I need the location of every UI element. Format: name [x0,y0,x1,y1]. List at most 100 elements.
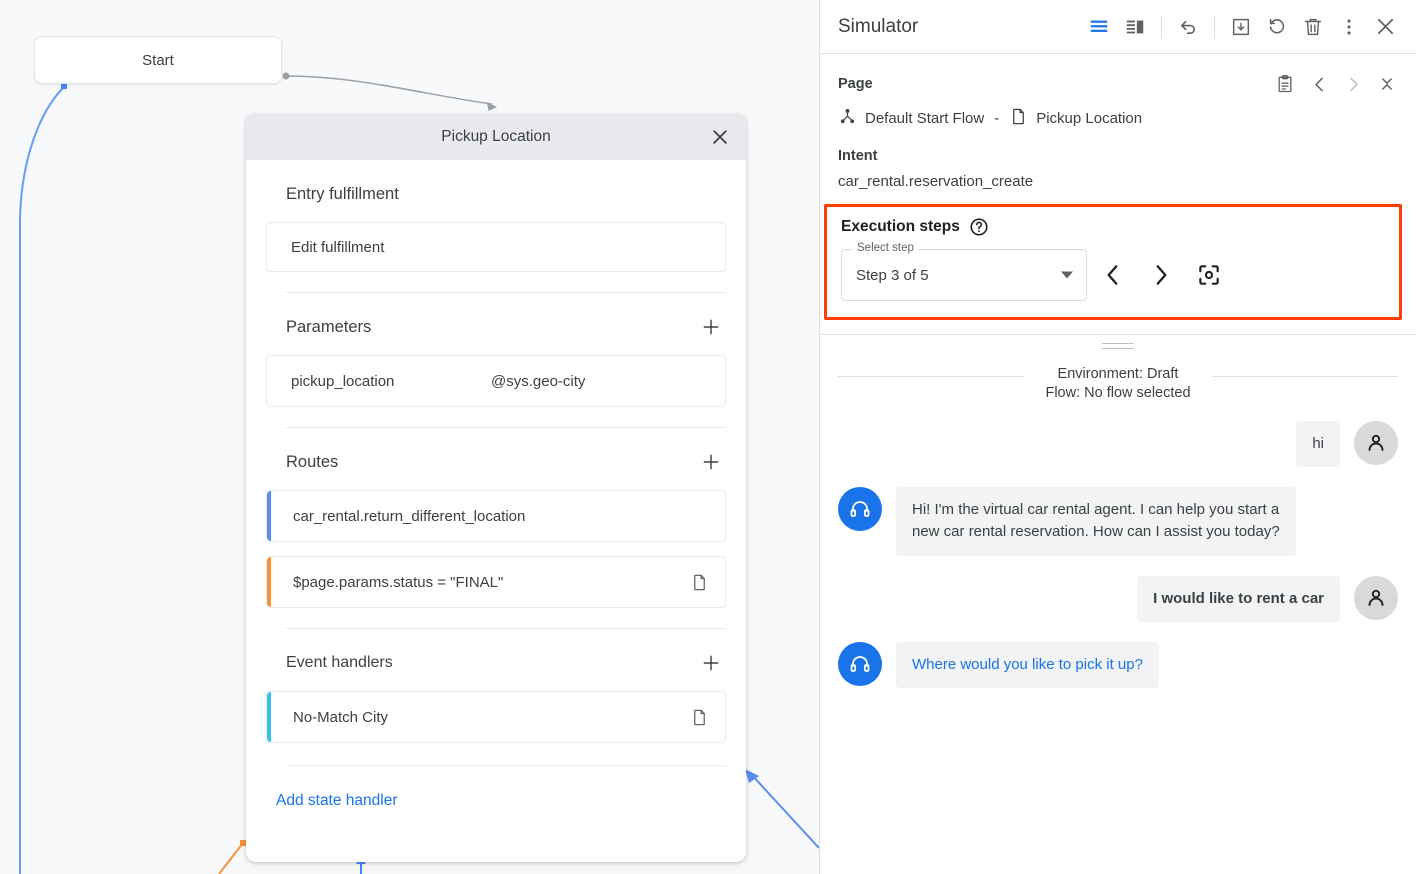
divider [838,376,1024,377]
add-parameter-button[interactable] [696,312,726,342]
flow-canvas[interactable]: Start Pickup Location Entry fulfillment [0,0,819,874]
message-bubble: I would like to rent a car [1137,576,1340,622]
section-title: Routes [286,453,338,472]
page-panel: Pickup Location Entry fulfillment Edit f… [246,114,746,862]
conversation-area: Environment: Draft Flow: No flow selecte… [820,335,1416,874]
intent-value: car_rental.reservation_create [838,173,1402,190]
execution-steps-header: Execution steps [841,217,1385,237]
next-step-button[interactable] [1139,253,1183,297]
event-handler-row[interactable]: No-Match City [266,691,726,743]
page-label: Page [838,76,873,92]
section-title: Parameters [286,318,371,337]
select-step-label: Select step [853,242,918,254]
page-panel-body: Entry fulfillment Edit fulfillment Param… [246,160,746,810]
execution-steps-title: Execution steps [841,218,960,236]
headset-icon [838,487,882,531]
drag-handle[interactable] [1102,343,1134,350]
select-step-dropdown[interactable]: Select step Step 3 of 5 [841,249,1087,301]
simulator-toolbar-icons [1082,10,1402,44]
section-header: Event handlers [266,649,726,677]
page-panel-title: Pickup Location [441,128,550,146]
undo-icon[interactable] [1171,10,1205,44]
parameter-row[interactable]: pickup_location @sys.geo-city [266,355,726,407]
more-vert-icon[interactable] [1332,10,1366,44]
event-handler-label: No-Match City [293,709,690,726]
chevron-right-icon[interactable] [1338,69,1368,99]
add-state-handler-link[interactable]: Add state handler [276,792,726,810]
page-controls [1270,69,1402,99]
add-event-handler-button[interactable] [696,648,726,678]
page-row: Page [838,70,1402,98]
execution-steps-controls: Select step Step 3 of 5 [841,249,1385,301]
simulator-panel: Simulator [819,0,1416,874]
section-event-handlers: Event handlers No-Match City [266,629,726,743]
message-bubble: Hi! I'm the virtual car rental agent. I … [896,487,1296,555]
event-handler-color-stripe [267,692,271,742]
app-root: Start Pickup Location Entry fulfillment [0,0,1416,874]
parameter-entity: @sys.geo-city [491,373,709,390]
page-icon [1009,107,1028,130]
breadcrumb-separator: - [994,110,999,127]
previous-step-button[interactable] [1091,253,1135,297]
restart-icon[interactable] [1260,10,1294,44]
page-icon[interactable] [690,573,709,592]
delete-icon[interactable] [1296,10,1330,44]
divider [1212,376,1398,377]
section-entry-fulfillment: Entry fulfillment Edit fulfillment [266,160,726,272]
simulator-toolbar: Simulator [820,0,1416,54]
person-icon [1354,421,1398,465]
breadcrumb: Default Start Flow - Pickup Location [838,107,1402,130]
page-panel-header: Pickup Location [246,114,746,160]
add-route-button[interactable] [696,447,726,477]
intent-label: Intent [838,148,1402,164]
page-icon[interactable] [690,708,709,727]
panel-splitter [820,334,1416,335]
close-icon[interactable] [1368,10,1402,44]
list-view-icon[interactable] [1082,10,1116,44]
section-title: Event handlers [286,654,393,672]
section-title: Entry fulfillment [286,185,399,204]
entry-fulfillment-label: Edit fulfillment [291,239,709,256]
headset-icon [838,642,882,686]
clipboard-icon[interactable] [1270,69,1300,99]
start-node-label: Start [142,52,174,69]
toolbar-separator [1214,16,1215,38]
parameter-name: pickup_location [291,373,491,390]
route-row[interactable]: car_rental.return_different_location [266,490,726,542]
select-step-value: Step 3 of 5 [856,267,929,284]
section-header: Entry fulfillment [266,180,726,208]
chevron-left-icon[interactable] [1304,69,1334,99]
breadcrumb-page-label: Pickup Location [1036,110,1142,127]
breadcrumb-flow-label: Default Start Flow [865,110,984,127]
section-header: Routes [266,448,726,476]
close-icon[interactable] [704,121,736,153]
message-user: hi [838,421,1398,467]
message-agent: Hi! I'm the virtual car rental agent. I … [838,487,1398,555]
toolbar-separator [1161,16,1162,38]
route-row[interactable]: $page.params.status = "FINAL" [266,556,726,608]
account-tree-icon [838,107,857,130]
route-label: $page.params.status = "FINAL" [293,574,690,591]
message-bubble[interactable]: Where would you like to pick it up? [896,642,1159,688]
message-user: I would like to rent a car [838,576,1398,622]
route-label: car_rental.return_different_location [293,508,709,525]
environment-banner: Environment: Draft Flow: No flow selecte… [838,365,1398,401]
help-circle-icon[interactable] [969,217,989,237]
split-view-icon[interactable] [1118,10,1152,44]
message-agent: Where would you like to pick it up? [838,642,1398,688]
simulator-info: Page [820,54,1416,190]
chevron-down-icon [1061,272,1073,279]
download-icon[interactable] [1224,10,1258,44]
section-parameters: Parameters pickup_location @sys.geo-city [266,293,726,407]
environment-label: Environment: Draft [1046,366,1191,382]
route-color-stripe [267,491,271,541]
simulator-title: Simulator [838,16,918,38]
flow-label: Flow: No flow selected [838,385,1398,401]
route-color-stripe [267,557,271,607]
center-focus-icon[interactable] [1187,253,1231,297]
collapse-icon[interactable] [1372,69,1402,99]
person-icon [1354,576,1398,620]
start-node[interactable]: Start [34,36,282,84]
entry-fulfillment-item[interactable]: Edit fulfillment [266,222,726,272]
section-routes: Routes car_rental.return_different_locat… [266,428,726,608]
